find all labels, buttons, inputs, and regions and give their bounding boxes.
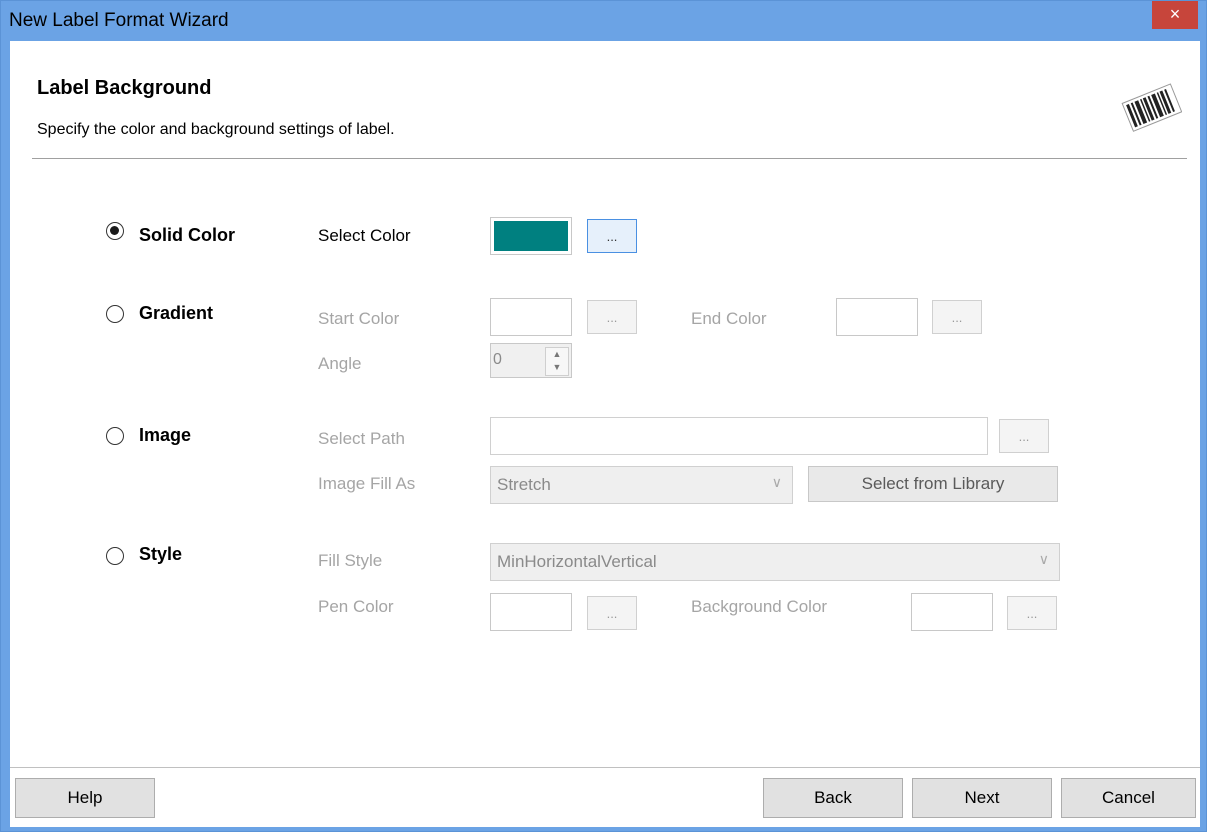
solid-color-swatch[interactable] — [490, 217, 572, 255]
solid-color-fill — [494, 221, 568, 251]
end-color-swatch[interactable] — [836, 298, 918, 336]
select-path-label: Select Path — [318, 429, 405, 448]
image-fill-as-select[interactable]: Stretch ∨ — [490, 466, 793, 504]
style-label[interactable]: Style — [139, 544, 182, 565]
barcode-icon — [1121, 83, 1182, 132]
back-button[interactable]: Back — [763, 778, 903, 818]
start-color-label: Start Color — [318, 309, 400, 328]
angle-spinner[interactable]: 0 ▲ ▼ — [490, 343, 572, 378]
select-from-library-button[interactable]: Select from Library — [808, 466, 1058, 502]
title-bar[interactable]: New Label Format Wizard × — [1, 1, 1206, 41]
help-button[interactable]: Help — [15, 778, 155, 818]
header-divider — [32, 158, 1187, 159]
pen-color-label: Pen Color — [318, 597, 394, 616]
background-color-label: Background Color — [691, 597, 828, 616]
angle-label: Angle — [318, 354, 362, 373]
angle-value: 0 — [493, 351, 502, 368]
next-button[interactable]: Next — [912, 778, 1052, 818]
end-color-label: End Color — [691, 309, 767, 328]
chevron-down-icon: ∨ — [1038, 551, 1049, 567]
style-radio[interactable] — [106, 547, 124, 565]
start-color-browse-button[interactable]: ... — [587, 300, 637, 334]
pen-color-swatch[interactable] — [490, 593, 572, 631]
close-icon: × — [1169, 4, 1181, 24]
image-fill-as-label: Image Fill As — [318, 474, 416, 493]
image-path-browse-button[interactable]: ... — [999, 419, 1049, 453]
fill-style-value: MinHorizontalVertical — [497, 552, 657, 571]
spin-up-icon[interactable]: ▲ — [546, 348, 568, 361]
end-color-browse-button[interactable]: ... — [932, 300, 982, 334]
gradient-label[interactable]: Gradient — [139, 303, 213, 324]
cancel-button[interactable]: Cancel — [1061, 778, 1196, 818]
start-color-swatch[interactable] — [490, 298, 572, 336]
chevron-down-icon: ∨ — [771, 474, 782, 490]
spin-down-icon[interactable]: ▼ — [546, 361, 568, 374]
background-color-browse-button[interactable]: ... — [1007, 596, 1057, 630]
angle-spinner-arrows[interactable]: ▲ ▼ — [545, 347, 569, 376]
image-radio[interactable] — [106, 427, 124, 445]
close-button[interactable]: × — [1152, 1, 1198, 29]
wizard-content: Label Background Specify the color and b… — [10, 41, 1200, 827]
solid-color-radio[interactable] — [106, 222, 124, 240]
fill-style-label: Fill Style — [318, 551, 383, 570]
wizard-window: New Label Format Wizard × Label Backgrou… — [0, 0, 1207, 832]
solid-color-label[interactable]: Solid Color — [139, 225, 235, 246]
page-subtitle: Specify the color and background setting… — [37, 121, 395, 138]
image-label[interactable]: Image — [139, 425, 191, 446]
background-color-swatch[interactable] — [911, 593, 993, 631]
select-color-label: Select Color — [318, 226, 411, 245]
window-title: New Label Format Wizard — [9, 10, 229, 31]
image-fill-as-value: Stretch — [497, 475, 551, 494]
pen-color-browse-button[interactable]: ... — [587, 596, 637, 630]
page-title: Label Background — [37, 77, 212, 99]
footer-divider — [10, 767, 1200, 768]
image-path-input[interactable] — [490, 417, 988, 455]
solid-color-browse-button[interactable]: ... — [587, 219, 637, 253]
fill-style-select[interactable]: MinHorizontalVertical ∨ — [490, 543, 1060, 581]
gradient-radio[interactable] — [106, 305, 124, 323]
